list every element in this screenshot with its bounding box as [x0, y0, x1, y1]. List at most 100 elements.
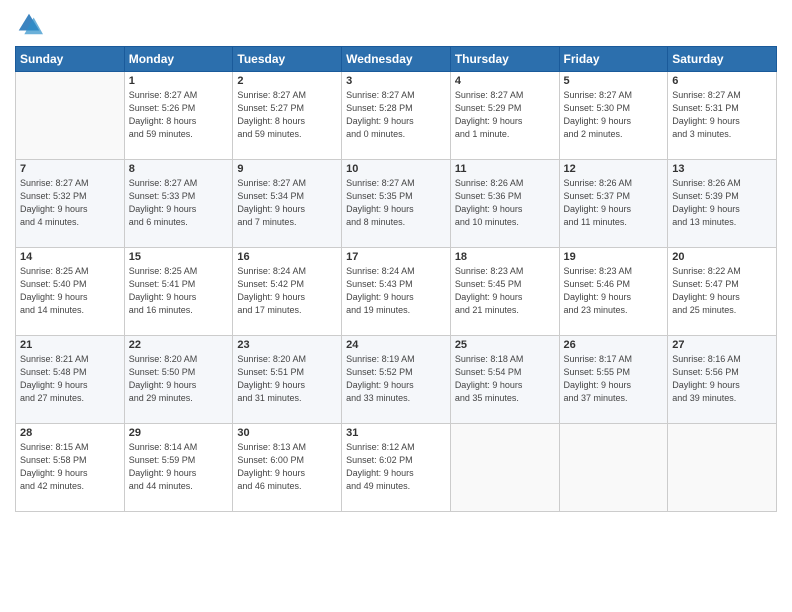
logo-icon: [15, 10, 43, 38]
calendar-cell: [668, 424, 777, 512]
day-number: 13: [672, 163, 772, 175]
weekday-header-tuesday: Tuesday: [233, 47, 342, 72]
header: [15, 10, 777, 38]
day-number: 8: [129, 163, 229, 175]
day-number: 23: [237, 339, 337, 351]
day-number: 20: [672, 251, 772, 263]
calendar-cell: 28 Sunrise: 8:15 AMSunset: 5:58 PMDayligh…: [16, 424, 125, 512]
day-number: 21: [20, 339, 120, 351]
day-number: 16: [237, 251, 337, 263]
calendar-cell: 12 Sunrise: 8:26 AMSunset: 5:37 PMDayligh…: [559, 160, 668, 248]
day-info: Sunrise: 8:17 AMSunset: 5:55 PMDaylight:…: [564, 353, 664, 405]
day-info: Sunrise: 8:16 AMSunset: 5:56 PMDaylight:…: [672, 353, 772, 405]
calendar-cell: 26 Sunrise: 8:17 AMSunset: 5:55 PMDayligh…: [559, 336, 668, 424]
calendar-cell: 17Sunrise: 8:24 AMSunset: 5:43 PMDayligh…: [342, 248, 451, 336]
day-info: Sunrise: 8:14 AMSunset: 5:59 PMDaylight:…: [129, 441, 229, 493]
day-info: Sunrise: 8:20 AMSunset: 5:50 PMDaylight:…: [129, 353, 229, 405]
day-number: 6: [672, 75, 772, 87]
calendar-cell: 15 Sunrise: 8:25 AMSunset: 5:41 PMDayligh…: [124, 248, 233, 336]
day-info: Sunrise: 8:27 AMSunset: 5:35 PMDaylight:…: [346, 177, 446, 229]
day-info: Sunrise: 8:15 AMSunset: 5:58 PMDaylight:…: [20, 441, 120, 493]
day-number: 30: [237, 427, 337, 439]
weekday-header-friday: Friday: [559, 47, 668, 72]
day-info: Sunrise: 8:26 AMSunset: 5:36 PMDaylight:…: [455, 177, 555, 229]
day-number: 17: [346, 251, 446, 263]
weekday-header-row: SundayMondayTuesdayWednesdayThursdayFrid…: [16, 47, 777, 72]
day-info: Sunrise: 8:18 AMSunset: 5:54 PMDaylight:…: [455, 353, 555, 405]
calendar-cell: 16 Sunrise: 8:24 AMSunset: 5:42 PMDayligh…: [233, 248, 342, 336]
day-number: 14: [20, 251, 120, 263]
day-number: 7: [20, 163, 120, 175]
weekday-header-saturday: Saturday: [668, 47, 777, 72]
logo: [15, 10, 47, 38]
calendar-cell: 1Sunrise: 8:27 AMSunset: 5:26 PMDaylight…: [124, 72, 233, 160]
day-info: Sunrise: 8:23 AMSunset: 5:46 PMDaylight:…: [564, 265, 664, 317]
day-info: Sunrise: 8:27 AMSunset: 5:34 PMDaylight:…: [237, 177, 337, 229]
day-info: Sunrise: 8:12 AMSunset: 6:02 PMDaylight:…: [346, 441, 446, 493]
day-number: 3: [346, 75, 446, 87]
calendar-cell: 4 Sunrise: 8:27 AMSunset: 5:29 PMDaylight…: [450, 72, 559, 160]
weekday-header-wednesday: Wednesday: [342, 47, 451, 72]
day-number: 24: [346, 339, 446, 351]
calendar-cell: 8 Sunrise: 8:27 AMSunset: 5:33 PMDaylight…: [124, 160, 233, 248]
week-row-4: 28 Sunrise: 8:15 AMSunset: 5:58 PMDayligh…: [16, 424, 777, 512]
day-info: Sunrise: 8:22 AMSunset: 5:47 PMDaylight:…: [672, 265, 772, 317]
week-row-2: 14 Sunrise: 8:25 AMSunset: 5:40 PMDayligh…: [16, 248, 777, 336]
calendar-cell: 9 Sunrise: 8:27 AMSunset: 5:34 PMDaylight…: [233, 160, 342, 248]
calendar-cell: 10Sunrise: 8:27 AMSunset: 5:35 PMDayligh…: [342, 160, 451, 248]
calendar-cell: 29 Sunrise: 8:14 AMSunset: 5:59 PMDayligh…: [124, 424, 233, 512]
day-number: 31: [346, 427, 446, 439]
day-info: Sunrise: 8:25 AMSunset: 5:40 PMDaylight:…: [20, 265, 120, 317]
day-number: 25: [455, 339, 555, 351]
day-info: Sunrise: 8:27 AMSunset: 5:32 PMDaylight:…: [20, 177, 120, 229]
calendar-cell: 13Sunrise: 8:26 AMSunset: 5:39 PMDayligh…: [668, 160, 777, 248]
calendar-cell: [450, 424, 559, 512]
week-row-1: 7 Sunrise: 8:27 AMSunset: 5:32 PMDaylight…: [16, 160, 777, 248]
calendar-cell: [16, 72, 125, 160]
calendar-cell: 14 Sunrise: 8:25 AMSunset: 5:40 PMDayligh…: [16, 248, 125, 336]
day-number: 27: [672, 339, 772, 351]
day-number: 2: [237, 75, 337, 87]
calendar-cell: 6 Sunrise: 8:27 AMSunset: 5:31 PMDaylight…: [668, 72, 777, 160]
week-row-0: 1Sunrise: 8:27 AMSunset: 5:26 PMDaylight…: [16, 72, 777, 160]
day-info: Sunrise: 8:20 AMSunset: 5:51 PMDaylight:…: [237, 353, 337, 405]
calendar-cell: 30 Sunrise: 8:13 AMSunset: 6:00 PMDayligh…: [233, 424, 342, 512]
calendar-table: SundayMondayTuesdayWednesdayThursdayFrid…: [15, 46, 777, 512]
day-number: 11: [455, 163, 555, 175]
day-info: Sunrise: 8:27 AMSunset: 5:31 PMDaylight:…: [672, 89, 772, 141]
day-info: Sunrise: 8:27 AMSunset: 5:26 PMDaylight:…: [129, 89, 229, 141]
day-number: 18: [455, 251, 555, 263]
day-number: 9: [237, 163, 337, 175]
day-info: Sunrise: 8:19 AMSunset: 5:52 PMDaylight:…: [346, 353, 446, 405]
calendar-cell: 31 Sunrise: 8:12 AMSunset: 6:02 PMDayligh…: [342, 424, 451, 512]
day-info: Sunrise: 8:27 AMSunset: 5:29 PMDaylight:…: [455, 89, 555, 141]
day-number: 29: [129, 427, 229, 439]
day-info: Sunrise: 8:27 AMSunset: 5:27 PMDaylight:…: [237, 89, 337, 141]
day-info: Sunrise: 8:25 AMSunset: 5:41 PMDaylight:…: [129, 265, 229, 317]
day-info: Sunrise: 8:21 AMSunset: 5:48 PMDaylight:…: [20, 353, 120, 405]
calendar-cell: 3Sunrise: 8:27 AMSunset: 5:28 PMDaylight…: [342, 72, 451, 160]
day-info: Sunrise: 8:24 AMSunset: 5:42 PMDaylight:…: [237, 265, 337, 317]
calendar-cell: 23 Sunrise: 8:20 AMSunset: 5:51 PMDayligh…: [233, 336, 342, 424]
day-number: 12: [564, 163, 664, 175]
calendar-cell: 24 Sunrise: 8:19 AMSunset: 5:52 PMDayligh…: [342, 336, 451, 424]
weekday-header-thursday: Thursday: [450, 47, 559, 72]
day-number: 4: [455, 75, 555, 87]
calendar-cell: 18 Sunrise: 8:23 AMSunset: 5:45 PMDayligh…: [450, 248, 559, 336]
day-info: Sunrise: 8:27 AMSunset: 5:33 PMDaylight:…: [129, 177, 229, 229]
week-row-3: 21 Sunrise: 8:21 AMSunset: 5:48 PMDayligh…: [16, 336, 777, 424]
weekday-header-sunday: Sunday: [16, 47, 125, 72]
day-info: Sunrise: 8:26 AMSunset: 5:37 PMDaylight:…: [564, 177, 664, 229]
day-number: 15: [129, 251, 229, 263]
calendar-cell: 25 Sunrise: 8:18 AMSunset: 5:54 PMDayligh…: [450, 336, 559, 424]
page: SundayMondayTuesdayWednesdayThursdayFrid…: [0, 0, 792, 612]
calendar-cell: 22Sunrise: 8:20 AMSunset: 5:50 PMDayligh…: [124, 336, 233, 424]
calendar-cell: [559, 424, 668, 512]
calendar-cell: 21 Sunrise: 8:21 AMSunset: 5:48 PMDayligh…: [16, 336, 125, 424]
calendar-cell: 19Sunrise: 8:23 AMSunset: 5:46 PMDayligh…: [559, 248, 668, 336]
day-number: 5: [564, 75, 664, 87]
day-info: Sunrise: 8:13 AMSunset: 6:00 PMDaylight:…: [237, 441, 337, 493]
day-number: 28: [20, 427, 120, 439]
day-number: 26: [564, 339, 664, 351]
day-info: Sunrise: 8:23 AMSunset: 5:45 PMDaylight:…: [455, 265, 555, 317]
